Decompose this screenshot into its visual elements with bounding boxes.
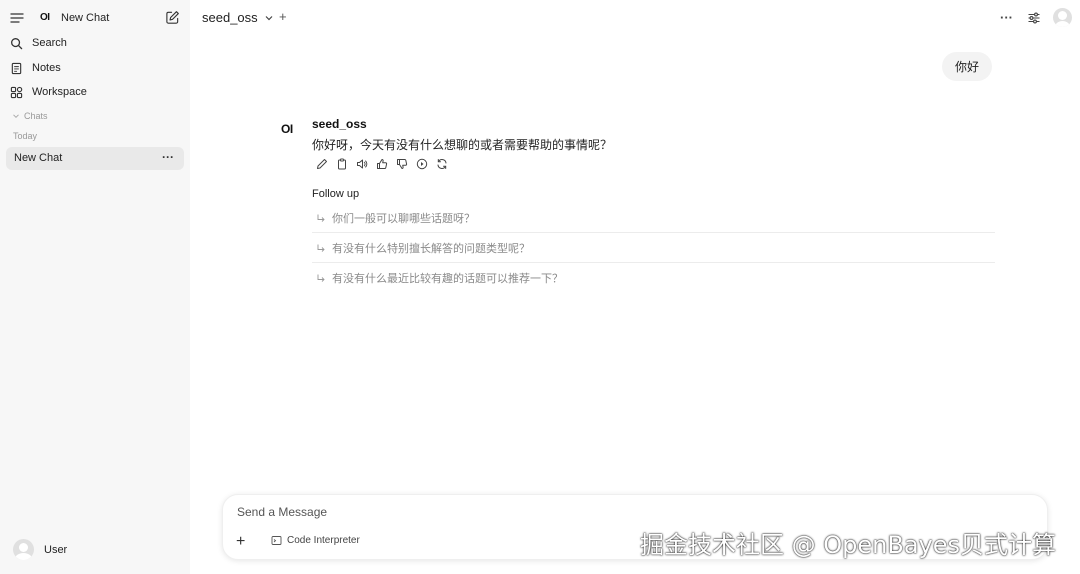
chat-list-item[interactable]: New Chat ··· — [6, 147, 184, 170]
notes-icon — [11, 62, 22, 74]
follow-up-list: 你们一般可以聊哪些话题呀？ 有没有什么特别擅长解答的问题类型呢？ 有没有什么最近… — [312, 203, 995, 293]
assistant-name: seed_oss — [312, 117, 367, 131]
assistant-message-text: 你好呀，今天有没有什么想聊的或者需要帮助的事情呢？ — [312, 138, 613, 152]
add-attachment-button[interactable]: + — [236, 533, 245, 551]
copy-button[interactable] — [335, 157, 348, 170]
new-chat-link[interactable]: New Chat — [61, 12, 109, 24]
chats-section-label: Chats — [24, 111, 48, 121]
follow-up-text: 有没有什么特别擅长解答的问题类型呢？ — [332, 242, 530, 255]
menu-icon[interactable] — [10, 11, 24, 25]
bad-response-button[interactable] — [395, 157, 408, 170]
follow-up-text: 有没有什么最近比较有趣的话题可以推荐一下？ — [332, 273, 563, 285]
user-menu[interactable]: User — [13, 539, 67, 560]
avatar[interactable] — [1053, 8, 1072, 27]
edit-button[interactable] — [315, 157, 328, 170]
chats-section-toggle[interactable]: Chats — [12, 111, 48, 121]
follow-up-suggestion[interactable]: 有没有什么最近比较有趣的话题可以推荐一下？ — [312, 263, 995, 293]
read-aloud-icon — [356, 159, 367, 168]
sidebar-item-label: Search — [32, 37, 67, 49]
code-interpreter-label: Code Interpreter — [287, 535, 360, 546]
terminal-icon — [271, 536, 282, 545]
sidebar-item-workspace[interactable]: Workspace — [10, 82, 180, 102]
follow-up-suggestion[interactable]: 你们一般可以聊哪些话题呀？ — [312, 203, 995, 233]
corner-down-right-icon — [317, 274, 325, 282]
more-options-button[interactable]: ··· — [1000, 10, 1013, 25]
read-aloud-button[interactable] — [355, 157, 368, 170]
user-message-bubble: 你好 — [942, 52, 993, 81]
continue-icon — [416, 158, 427, 169]
new-chat-edit-icon[interactable] — [165, 10, 180, 25]
chevron-down-icon — [13, 114, 19, 119]
controls-sliders-icon[interactable] — [1027, 11, 1041, 25]
workspace-icon — [10, 86, 23, 98]
corner-down-right-icon — [317, 214, 325, 222]
follow-up-text: 你们一般可以聊哪些话题呀？ — [332, 212, 475, 225]
watermark: 掘金技术社区 @ OpenBayes贝式计算 — [640, 531, 1057, 559]
message-input[interactable]: Send a Message — [237, 505, 327, 519]
chat-options-button[interactable]: ··· — [162, 150, 174, 164]
thumbs-down-icon — [396, 158, 407, 169]
search-icon — [11, 37, 23, 49]
model-name: seed_oss — [202, 10, 258, 25]
model-selector[interactable]: seed_oss — [202, 10, 274, 25]
continue-response-button[interactable] — [415, 157, 428, 170]
sidebar-item-label: Notes — [32, 62, 61, 74]
regenerate-button[interactable] — [435, 157, 448, 170]
sidebar: OI New Chat Search Notes Workspace Chats… — [0, 0, 190, 574]
date-group-label: Today — [13, 131, 38, 141]
follow-up-suggestion[interactable]: 有没有什么特别擅长解答的问题类型呢？ — [312, 233, 995, 263]
thumbs-up-icon — [376, 158, 387, 169]
app-logo[interactable]: OI — [40, 12, 50, 23]
follow-up-title: Follow up — [312, 188, 360, 200]
top-right-controls: ··· — [1000, 8, 1072, 27]
sidebar-item-label: Workspace — [32, 86, 87, 98]
copy-icon — [337, 158, 346, 169]
regenerate-icon — [437, 158, 446, 169]
sidebar-item-search[interactable]: Search — [10, 33, 180, 53]
edit-icon — [316, 158, 327, 169]
code-interpreter-toggle[interactable]: Code Interpreter — [271, 535, 360, 546]
good-response-button[interactable] — [375, 157, 388, 170]
message-actions — [315, 157, 455, 170]
user-name: User — [44, 543, 68, 556]
sidebar-item-notes[interactable]: Notes — [10, 58, 180, 78]
chevron-down-icon — [265, 15, 273, 20]
chat-title: New Chat — [14, 152, 63, 164]
assistant-avatar-logo: OI — [281, 122, 293, 136]
corner-down-right-icon — [317, 244, 325, 252]
sidebar-header: OI New Chat — [0, 0, 190, 36]
avatar — [13, 539, 34, 560]
add-model-button[interactable]: + — [279, 9, 287, 24]
